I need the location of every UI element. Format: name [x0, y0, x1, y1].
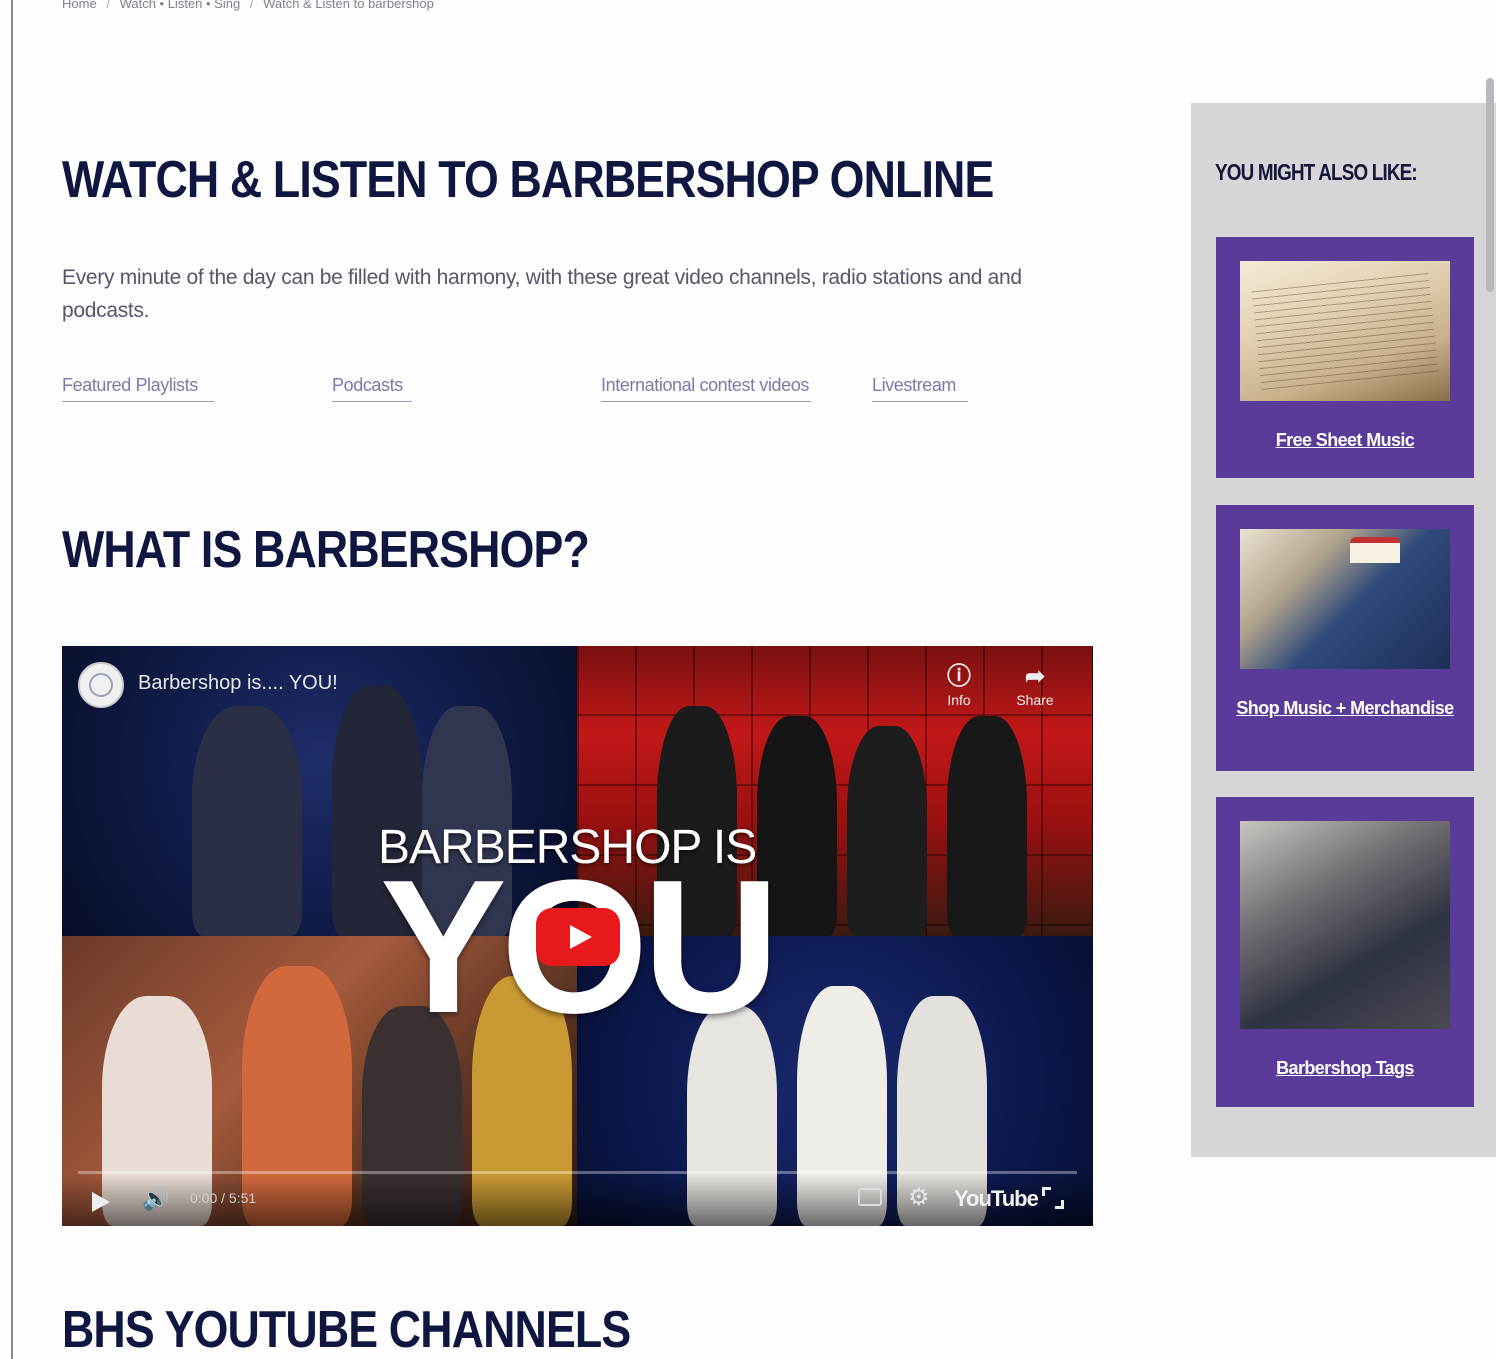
breadcrumb-separator: /: [106, 0, 110, 11]
related-card-barbershop-tags[interactable]: Barbershop Tags: [1216, 797, 1474, 1107]
related-card-free-sheet-music[interactable]: Free Sheet Music: [1216, 237, 1474, 478]
video-share-button[interactable]: ➦ Share: [1000, 662, 1070, 708]
sidebar-related: YOU MIGHT ALSO LIKE: Free Sheet Music Sh…: [1191, 103, 1496, 1157]
youtube-play-button[interactable]: [536, 908, 620, 966]
related-link-free-sheet-music[interactable]: Free Sheet Music: [1216, 427, 1474, 454]
sidebar-title: YOU MIGHT ALSO LIKE:: [1215, 159, 1418, 185]
settings-icon[interactable]: ⚙: [908, 1183, 930, 1212]
intro-text: Every minute of the day can be filled wi…: [62, 266, 1022, 322]
page: Home / Watch • Listen • Sing / Watch & L…: [0, 0, 1496, 1359]
volume-icon[interactable]: 🔊: [142, 1186, 169, 1212]
play-icon[interactable]: [92, 1192, 110, 1212]
channel-logo[interactable]: [78, 662, 124, 708]
related-link-shop-music-merchandise[interactable]: Shop Music + Merchandise: [1216, 695, 1474, 722]
tab-featured-playlists[interactable]: Featured Playlists: [62, 371, 214, 402]
sheet-music-image[interactable]: [1240, 261, 1450, 401]
breadcrumb-current: Watch & Listen to barbershop: [263, 0, 434, 11]
breadcrumb-separator: /: [249, 0, 254, 11]
page-scrollbar[interactable]: [1486, 78, 1494, 292]
video-info-button[interactable]: ⓘ Info: [924, 662, 994, 708]
video-player[interactable]: Barbershop is.... YOU! ⓘ Info ➦ Share BA…: [62, 646, 1093, 1226]
video-figure: [847, 726, 927, 936]
tab-international-contest-videos[interactable]: International contest videos: [601, 371, 811, 402]
fullscreen-icon[interactable]: [1042, 1187, 1064, 1209]
page-title: WATCH & LISTEN TO BARBERSHOP ONLINE: [62, 151, 994, 209]
section-title-what-is-barbershop: WHAT IS BARBERSHOP?: [62, 521, 590, 579]
video-figure: [192, 706, 302, 936]
page-left-border: [11, 0, 13, 1359]
related-card-shop[interactable]: Shop Music + Merchandise: [1216, 505, 1474, 771]
video-time: 0:00 / 5:51: [190, 1190, 257, 1206]
section-title-bhs-youtube-channels: BHS YOUTUBE CHANNELS: [62, 1301, 631, 1359]
tab-podcasts[interactable]: Podcasts: [332, 371, 412, 402]
breadcrumb-home[interactable]: Home: [62, 0, 97, 11]
merchandise-image[interactable]: [1240, 529, 1450, 669]
video-title[interactable]: Barbershop is.... YOU!: [138, 672, 338, 695]
breadcrumb-watch-listen-sing[interactable]: Watch • Listen • Sing: [120, 0, 241, 11]
breadcrumb: Home / Watch • Listen • Sing / Watch & L…: [62, 0, 440, 11]
info-icon: ⓘ: [947, 663, 971, 690]
tab-livestream[interactable]: Livestream: [872, 371, 968, 402]
youtube-logo[interactable]: YouTube: [954, 1186, 1039, 1212]
video-figure: [947, 716, 1027, 936]
video-controls: 🔊 0:00 / 5:51 ⚙ YouTube: [62, 1174, 1093, 1226]
captions-icon[interactable]: [858, 1188, 882, 1206]
share-icon: ➦: [1024, 663, 1046, 690]
barbershop-tags-image[interactable]: [1240, 821, 1450, 1029]
related-link-barbershop-tags[interactable]: Barbershop Tags: [1216, 1055, 1474, 1082]
video-share-label: Share: [1016, 692, 1054, 708]
video-info-label: Info: [947, 692, 971, 708]
